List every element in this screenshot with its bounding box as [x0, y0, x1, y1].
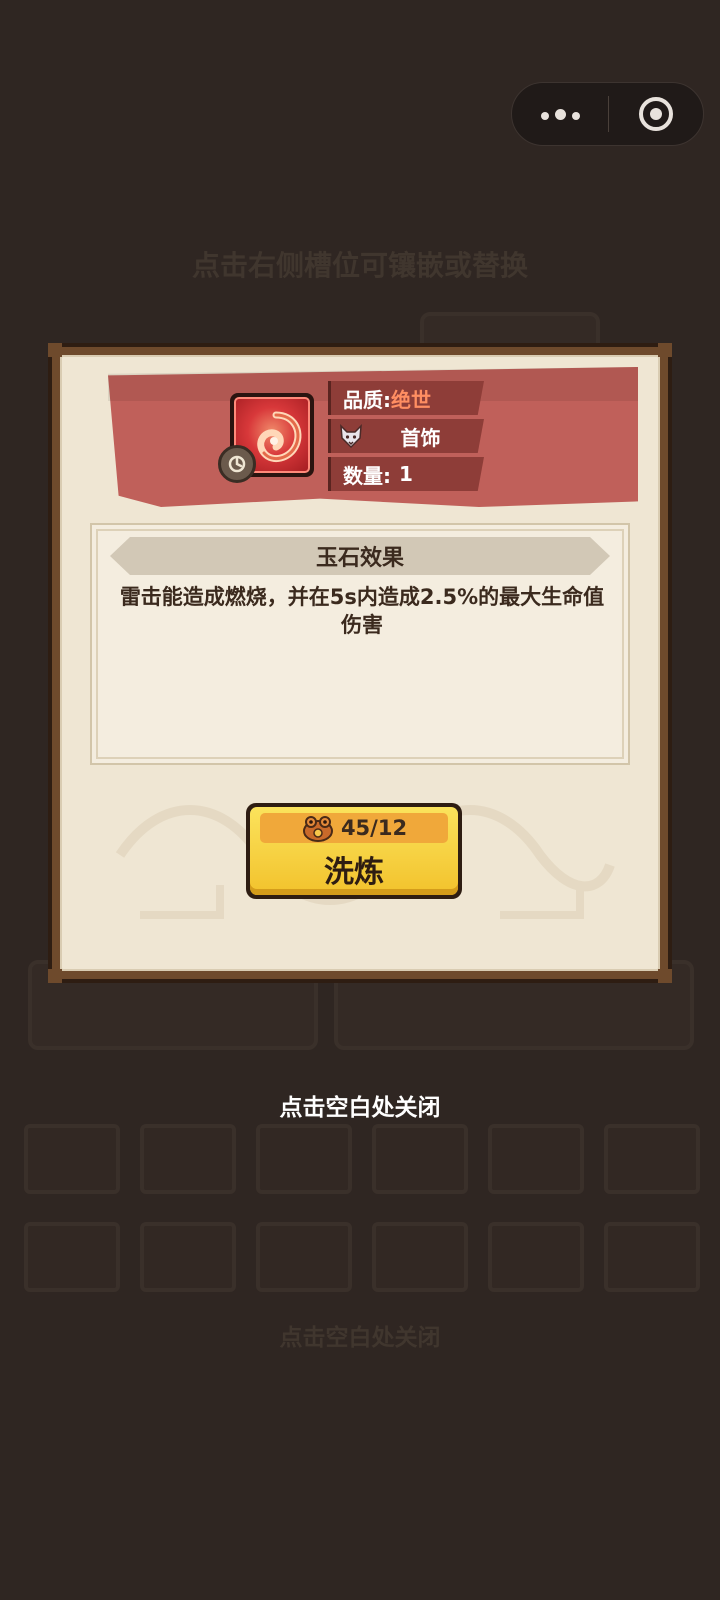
tap-blank-to-close-hint[interactable]: 点击空白处关闭: [0, 1088, 720, 1122]
background-cell: [140, 1222, 236, 1292]
jade-detail-modal: 品质: 绝世 首饰 数量: 1 玉石效果 雷击能造成燃烧，并在5s内造成2.5%…: [48, 343, 672, 983]
background-cell: [256, 1222, 352, 1292]
count-value: 1: [399, 462, 413, 486]
frame-corner: [658, 969, 672, 983]
quality-label: 品质:: [343, 387, 391, 412]
background-cell: [24, 1222, 120, 1292]
effect-description: 雷击能造成燃烧，并在5s内造成2.5%的最大生命值伤害: [119, 585, 605, 637]
background-cell: [604, 1222, 700, 1292]
background-cell: [24, 1124, 120, 1194]
miniprogram-capsule: [511, 82, 704, 146]
count-row: 数量: 1: [328, 457, 484, 491]
background-slot-hint: 点击右侧槽位可镶嵌或替换: [191, 249, 528, 282]
more-dots-icon: [538, 105, 583, 124]
count-label: 数量:: [343, 463, 391, 488]
sync-badge-icon: [218, 445, 256, 483]
quality-value: 绝世: [391, 387, 431, 412]
background-cell: [256, 1124, 352, 1194]
background-cell: [488, 1124, 584, 1194]
frame-corner: [658, 343, 672, 357]
refine-cost: 45/12: [260, 813, 448, 843]
background-cell: [604, 1124, 700, 1194]
close-miniprogram-button[interactable]: [609, 83, 703, 145]
frame-corner: [48, 969, 62, 983]
refine-cost-text: 45/12: [340, 816, 408, 840]
background-cell: [372, 1222, 468, 1292]
wolf-head-icon: [340, 424, 362, 449]
background-cell: [372, 1124, 468, 1194]
effect-title: 玉石效果: [110, 537, 610, 575]
background-cell: [488, 1222, 584, 1292]
item-type-value: 首饰: [400, 425, 441, 450]
refine-button[interactable]: 45/12 洗炼: [246, 803, 462, 899]
more-button[interactable]: [512, 83, 608, 145]
modal-panel: 品质: 绝世 首饰 数量: 1 玉石效果 雷击能造成燃烧，并在5s内造成2.5%…: [60, 355, 660, 971]
quality-row: 品质: 绝世: [328, 381, 484, 415]
toad-coin-icon: [302, 816, 333, 842]
background-cell: [140, 1124, 236, 1194]
item-type-row: 首饰: [328, 419, 484, 453]
background-close-hint: 点击空白处关闭: [279, 1325, 441, 1351]
close-circle-icon: [639, 97, 673, 131]
jade-effect-box: 玉石效果 雷击能造成燃烧，并在5s内造成2.5%的最大生命值伤害: [90, 523, 630, 765]
refine-button-label: 洗炼: [324, 855, 384, 890]
frame-corner: [48, 343, 62, 357]
